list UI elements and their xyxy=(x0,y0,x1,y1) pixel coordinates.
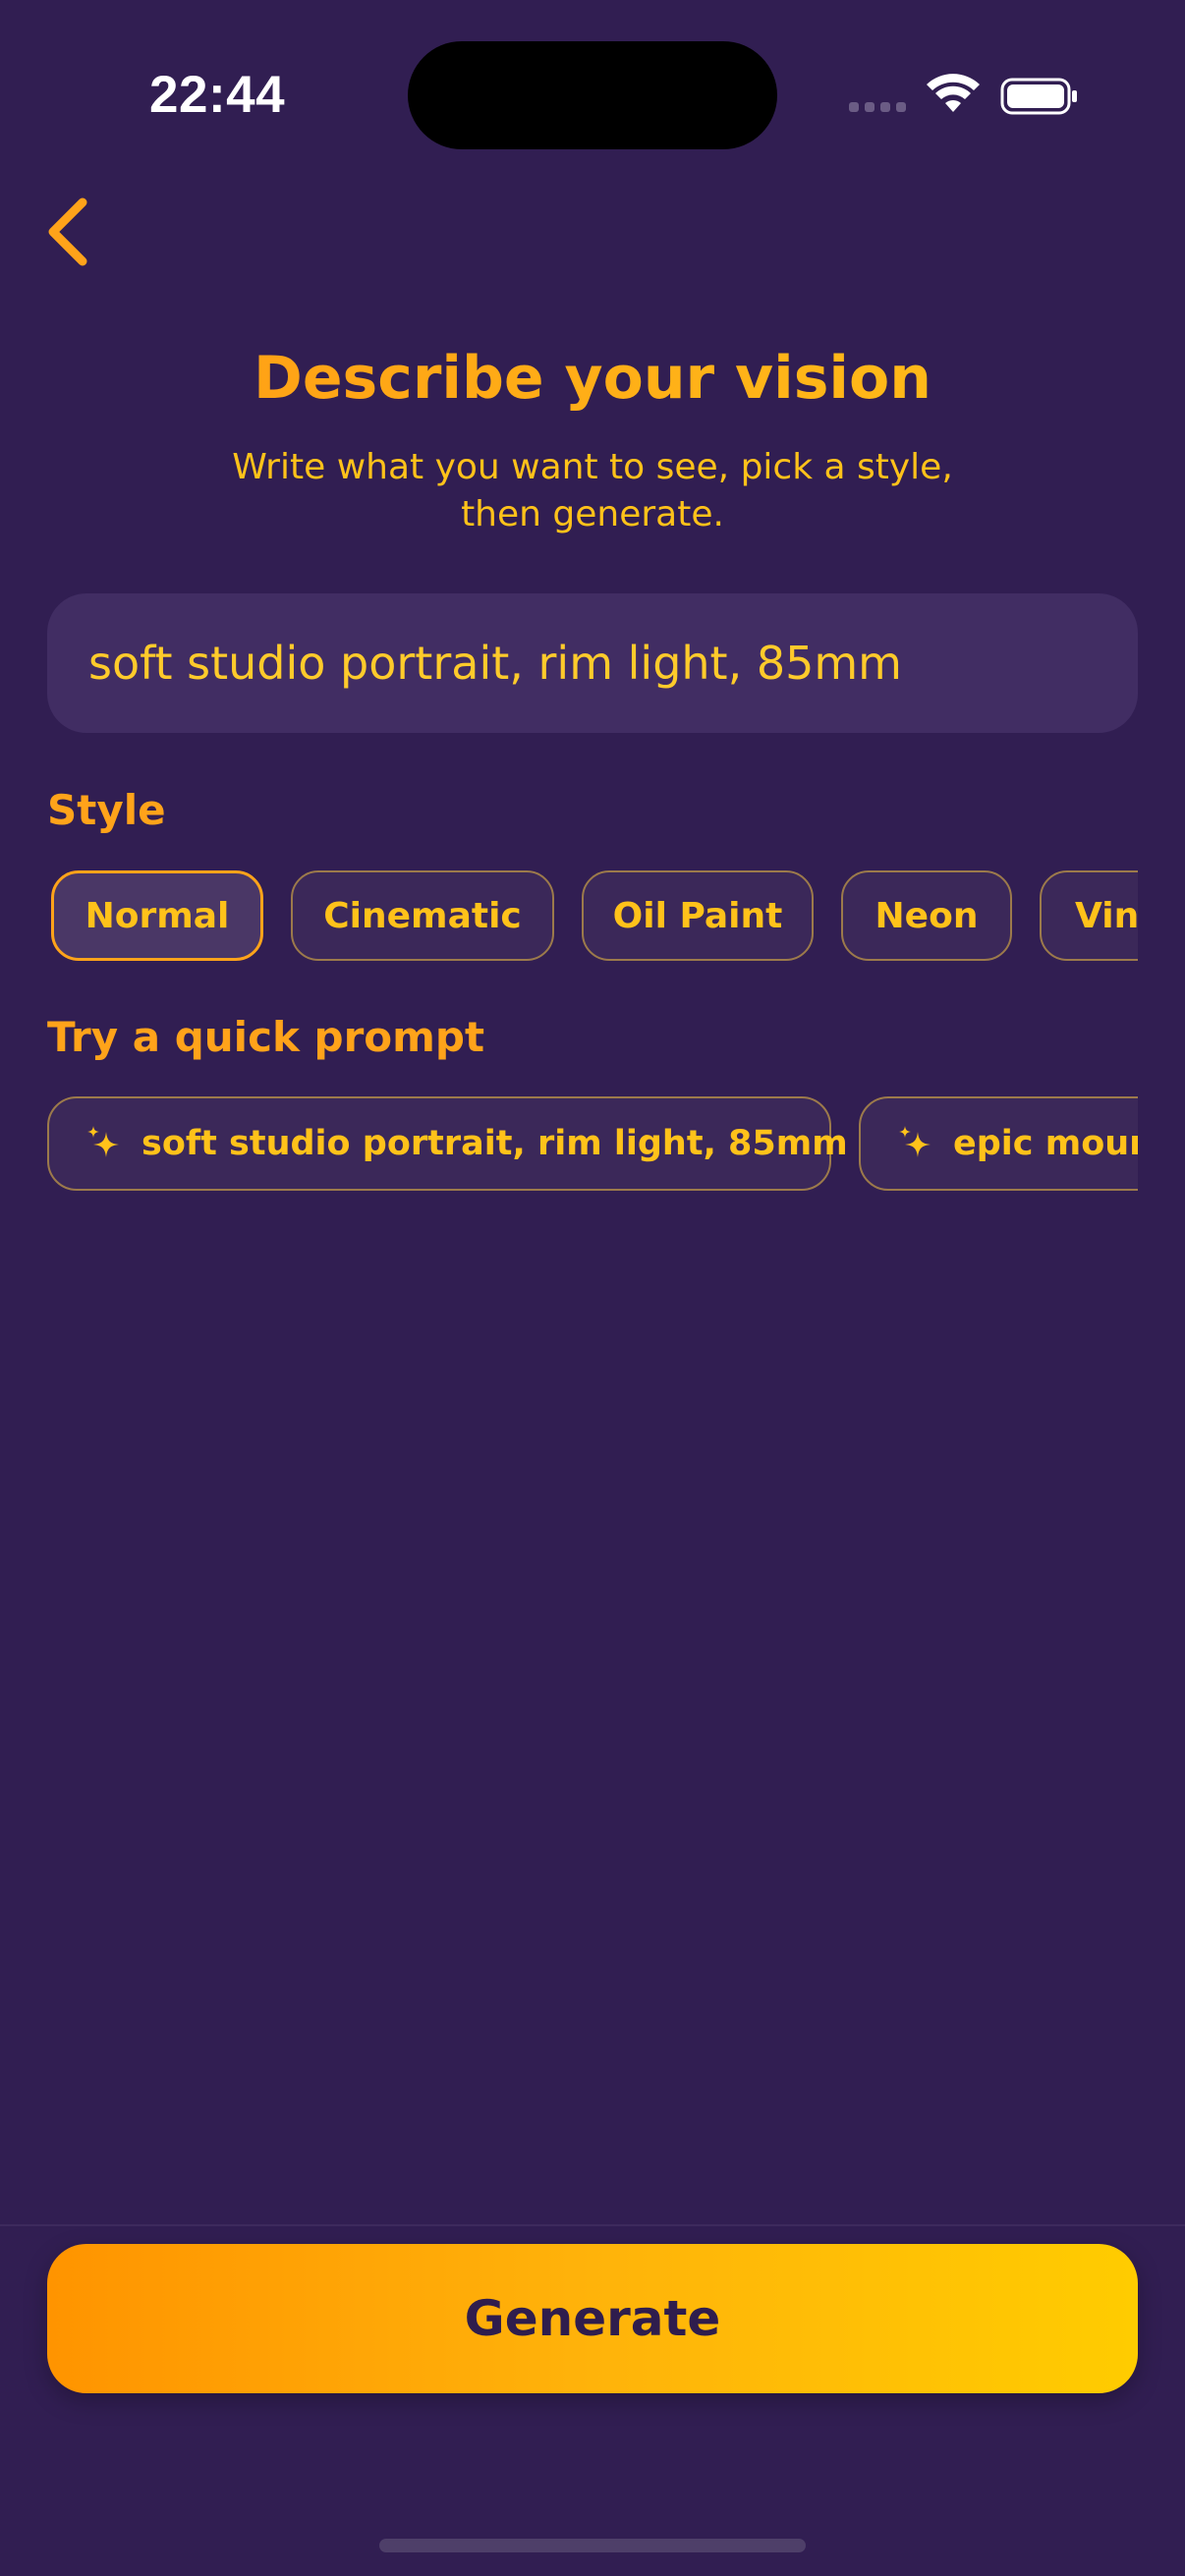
style-section-label: Style xyxy=(47,786,166,834)
page-title: Describe your vision xyxy=(0,344,1185,413)
page-subtitle: Write what you want to see, pick a style… xyxy=(147,444,1038,538)
quick-prompt-chip-row[interactable]: soft studio portrait, rim light, 85mm ep… xyxy=(47,1096,1138,1191)
style-chip-oil-paint[interactable]: Oil Paint xyxy=(582,870,814,961)
style-chip-cinematic[interactable]: Cinematic xyxy=(291,870,554,961)
subtitle-line-2: then generate. xyxy=(461,494,724,534)
quick-prompt-chip-1[interactable]: soft studio portrait, rim light, 85mm xyxy=(47,1096,848,1191)
generate-button[interactable]: Generate xyxy=(47,2244,1138,2393)
battery-icon xyxy=(1000,78,1077,115)
style-chip-neon[interactable]: Neon xyxy=(841,870,1012,961)
quick-prompt-chip-2[interactable]: epic mour xyxy=(859,1096,1138,1191)
cellular-signal-icon xyxy=(849,102,906,112)
back-chevron-icon[interactable] xyxy=(39,193,102,271)
quick-prompt-chip-2-label: epic mour xyxy=(953,1124,1138,1163)
sparkle-icon xyxy=(899,1126,931,1157)
bottom-divider xyxy=(0,2224,1185,2226)
quick-prompt-section-label: Try a quick prompt xyxy=(47,1013,485,1061)
prompt-input-value: soft studio portrait, rim light, 85mm xyxy=(88,637,902,690)
quick-prompt-chip-1-label: soft studio portrait, rim light, 85mm xyxy=(141,1124,848,1163)
home-indicator xyxy=(379,2539,806,2552)
style-chip-row[interactable]: Normal Cinematic Oil Paint Neon Vin xyxy=(47,870,1138,963)
status-time: 22:44 xyxy=(149,66,286,124)
dynamic-island xyxy=(408,41,777,149)
subtitle-line-1: Write what you want to see, pick a style… xyxy=(232,447,953,487)
prompt-input[interactable]: soft studio portrait, rim light, 85mm xyxy=(47,593,1138,733)
wifi-icon xyxy=(927,74,980,112)
screen: 22:44 Describe your vision Write what yo… xyxy=(0,0,1185,2576)
style-chip-normal[interactable]: Normal xyxy=(51,870,263,961)
style-chip-vin[interactable]: Vin xyxy=(1040,870,1138,961)
sparkle-icon xyxy=(87,1126,119,1157)
